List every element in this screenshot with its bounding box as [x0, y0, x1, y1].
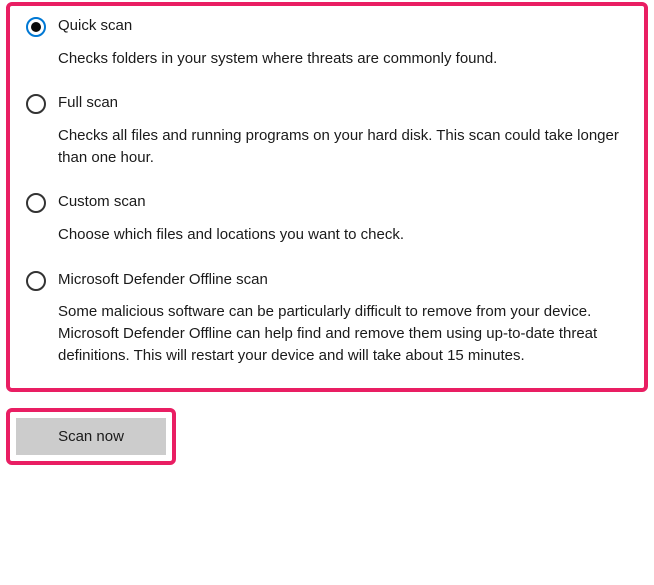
option-desc-custom: Choose which files and locations you wan…: [58, 224, 628, 246]
radio-custom-scan[interactable]: [26, 193, 46, 213]
option-content: Custom scan Choose which files and locat…: [58, 192, 628, 245]
option-custom-scan[interactable]: Custom scan Choose which files and locat…: [26, 192, 628, 245]
option-quick-scan[interactable]: Quick scan Checks folders in your system…: [26, 16, 628, 69]
option-title-custom: Custom scan: [58, 192, 628, 212]
scan-options-group: Quick scan Checks folders in your system…: [6, 2, 648, 392]
radio-offline-scan[interactable]: [26, 271, 46, 291]
scan-now-button[interactable]: Scan now: [16, 418, 166, 455]
option-offline-scan[interactable]: Microsoft Defender Offline scan Some mal…: [26, 270, 628, 367]
option-content: Microsoft Defender Offline scan Some mal…: [58, 270, 628, 367]
option-content: Full scan Checks all files and running p…: [58, 93, 628, 168]
option-title-full: Full scan: [58, 93, 628, 113]
option-desc-offline: Some malicious software can be particula…: [58, 301, 628, 366]
option-desc-quick: Checks folders in your system where thre…: [58, 48, 628, 70]
option-full-scan[interactable]: Full scan Checks all files and running p…: [26, 93, 628, 168]
radio-circle-icon: [26, 17, 46, 37]
radio-circle-icon: [26, 193, 46, 213]
radio-full-scan[interactable]: [26, 94, 46, 114]
option-title-quick: Quick scan: [58, 16, 628, 36]
option-content: Quick scan Checks folders in your system…: [58, 16, 628, 69]
radio-circle-icon: [26, 271, 46, 291]
radio-circle-icon: [26, 94, 46, 114]
option-title-offline: Microsoft Defender Offline scan: [58, 270, 628, 290]
option-desc-full: Checks all files and running programs on…: [58, 125, 628, 169]
radio-quick-scan[interactable]: [26, 17, 46, 37]
scan-now-highlight: Scan now: [6, 408, 176, 465]
